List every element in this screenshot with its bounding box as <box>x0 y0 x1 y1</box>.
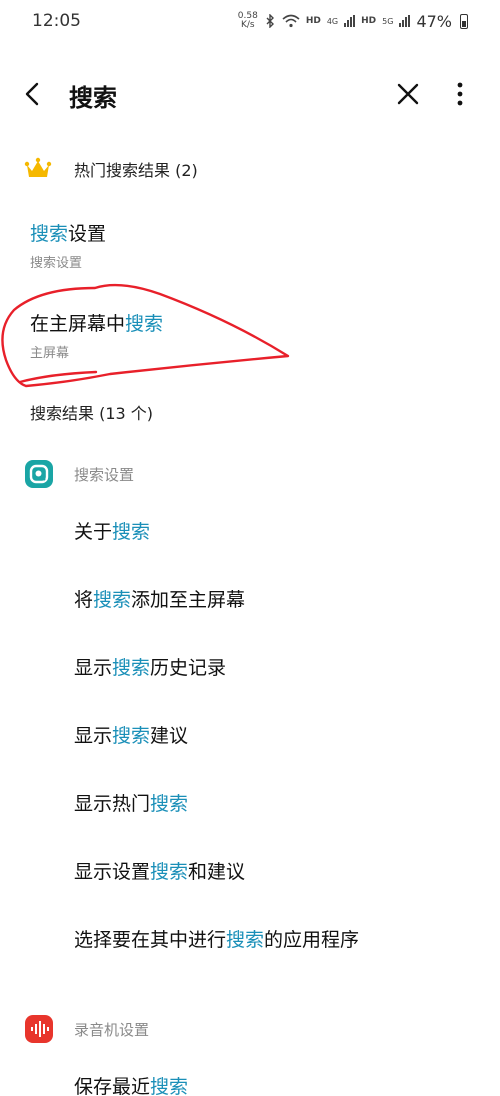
result-item[interactable]: 显示设置搜索和建议 <box>74 857 474 884</box>
status-time: 12:05 <box>32 11 81 31</box>
result-item[interactable]: 关于搜索 <box>74 517 474 544</box>
signal-icon-1 <box>344 15 356 27</box>
close-button[interactable] <box>392 78 424 110</box>
chevron-left-icon <box>25 82 39 106</box>
hot-result-title: 在主屏幕中搜索 <box>30 309 470 336</box>
hd-label-2: HD <box>361 16 377 26</box>
network-type-1: 4G <box>326 16 339 26</box>
result-item[interactable]: 保存最近搜索 <box>74 1072 474 1096</box>
text-part: 添加至主屏幕 <box>131 589 246 611</box>
text-highlight: 搜索 <box>112 521 151 543</box>
text-highlight: 搜索 <box>150 1076 189 1096</box>
text-highlight: 搜索 <box>93 589 132 611</box>
close-icon <box>397 83 419 105</box>
text-part: 显示 <box>74 725 113 747</box>
text-highlight: 搜索 <box>112 725 151 747</box>
result-item[interactable]: 将搜索添加至主屏幕 <box>74 585 474 612</box>
text-part: 保存最近 <box>74 1076 151 1096</box>
title-highlight: 搜索 <box>30 223 69 245</box>
text-part: 显示热门 <box>74 793 151 815</box>
text-part: 关于 <box>74 521 113 543</box>
hot-result-subtitle: 主屏幕 <box>30 346 70 361</box>
result-item[interactable]: 选择要在其中进行搜索的应用程序 <box>74 925 474 952</box>
hot-result-title: 搜索设置 <box>30 219 470 246</box>
group-label: 录音机设置 <box>74 1021 150 1039</box>
title-part: 在主屏幕中 <box>30 313 126 335</box>
network-type-2: 5G <box>382 16 394 26</box>
page-title: 搜索 <box>69 84 117 112</box>
text-part: 建议 <box>150 725 189 747</box>
crown-icon <box>24 157 52 177</box>
signal-icon-2 <box>399 15 411 27</box>
hot-results-label: 热门搜索结果 (2) <box>74 161 198 180</box>
text-highlight: 搜索 <box>150 793 189 815</box>
title-highlight: 搜索 <box>125 313 164 335</box>
text-part: 选择要在其中进行 <box>74 929 227 951</box>
back-button[interactable] <box>18 76 50 112</box>
text-highlight: 搜索 <box>226 929 265 951</box>
status-bar: 12:05 0.58 K/s HD 4G HD 5G 47% <box>0 0 500 42</box>
text-part: 历史记录 <box>150 657 227 679</box>
net-speed-unit: K/s <box>240 20 255 30</box>
text-part: 显示 <box>74 657 113 679</box>
text-part: 将 <box>74 589 94 611</box>
hot-result-subtitle: 搜索设置 <box>30 256 83 271</box>
recorder-app-icon <box>25 1015 53 1043</box>
app-bar: 搜索 <box>0 62 500 126</box>
wifi-icon <box>282 14 300 28</box>
title-part: 设置 <box>68 223 107 245</box>
group-label: 搜索设置 <box>74 466 135 484</box>
hot-result-search-settings[interactable]: 搜索设置 搜索设置 <box>30 219 470 271</box>
hd-label-1: HD <box>305 16 321 26</box>
text-part: 的应用程序 <box>264 929 360 951</box>
text-highlight: 搜索 <box>150 861 189 883</box>
group-header-search-settings: 搜索设置 <box>0 456 500 492</box>
net-speed: 0.58 K/s <box>238 12 258 30</box>
more-vertical-icon <box>457 82 463 106</box>
result-item[interactable]: 显示搜索建议 <box>74 721 474 748</box>
result-item[interactable]: 显示热门搜索 <box>74 789 474 816</box>
status-icons: 0.58 K/s HD 4G HD 5G 47% <box>238 12 468 31</box>
text-part: 显示设置 <box>74 861 151 883</box>
search-app-icon <box>25 460 53 488</box>
hot-results-header: 热门搜索结果 (2) <box>0 149 500 189</box>
more-options-button[interactable] <box>446 78 474 110</box>
search-results-label: 搜索结果 (13 个) <box>30 404 154 423</box>
battery-level: 47% <box>416 11 452 31</box>
hot-result-home-screen-search[interactable]: 在主屏幕中搜索 主屏幕 <box>30 309 470 361</box>
text-part: 和建议 <box>188 861 246 883</box>
battery-icon <box>460 13 468 29</box>
bluetooth-icon <box>266 14 274 28</box>
result-item[interactable]: 显示搜索历史记录 <box>74 653 474 680</box>
group-header-recorder-settings: 录音机设置 <box>0 1011 500 1047</box>
text-highlight: 搜索 <box>112 657 151 679</box>
